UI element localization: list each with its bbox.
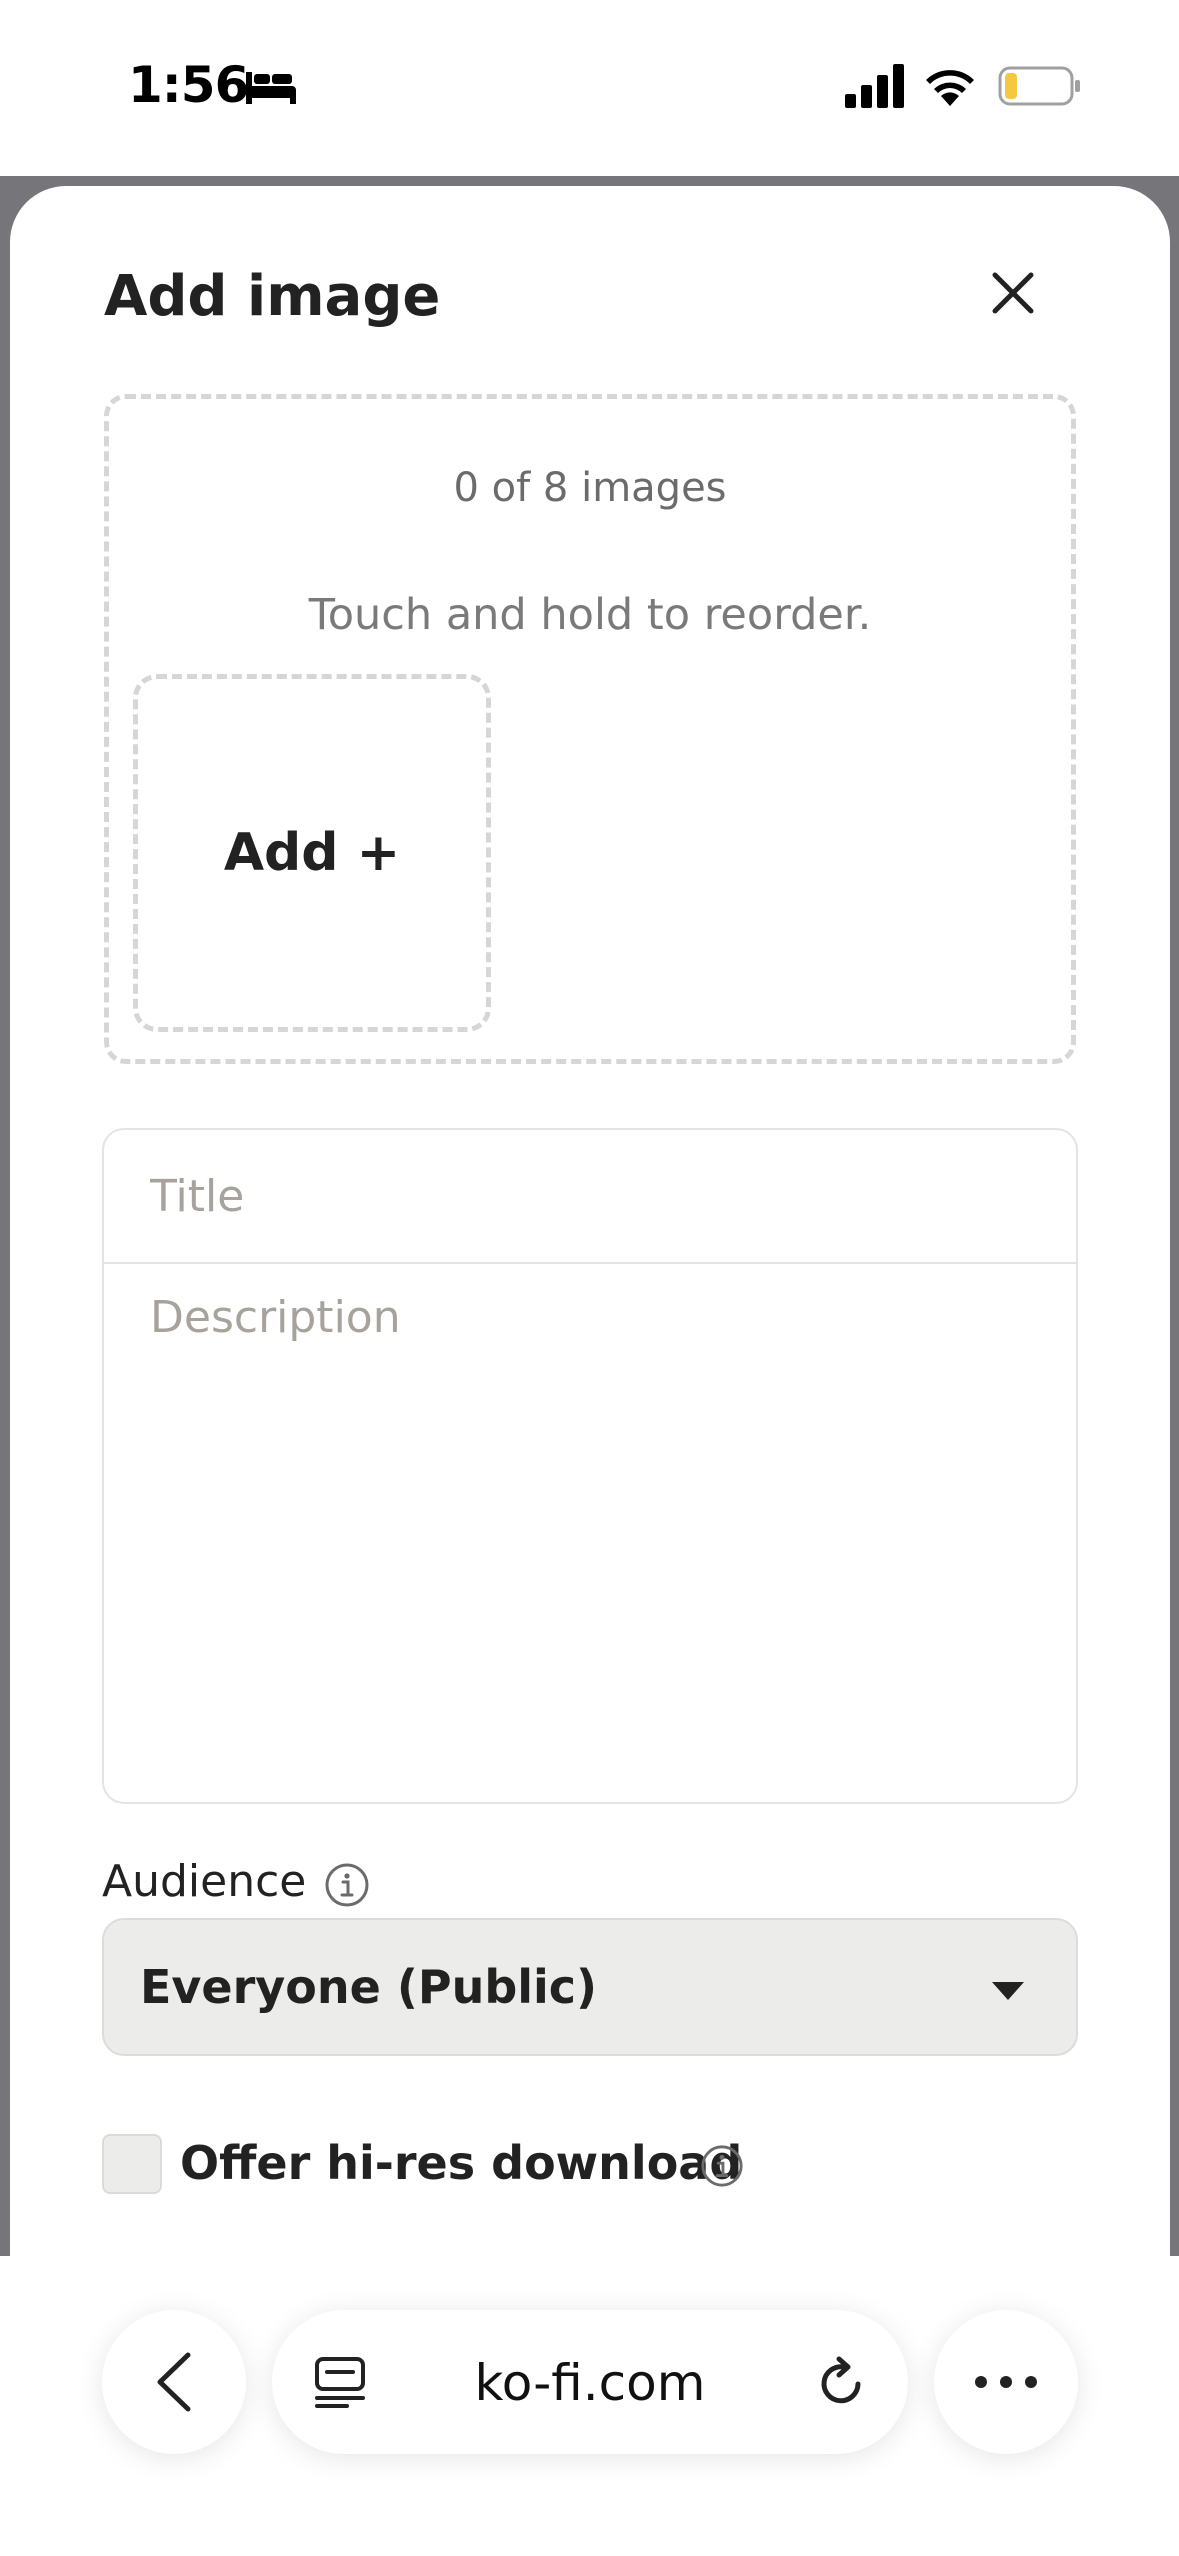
hires-download-checkbox[interactable] [102, 2134, 162, 2194]
add-image-button[interactable]: Add + [133, 674, 491, 1032]
add-image-sheet: Add image 0 of 8 images Touch and hold t… [10, 186, 1170, 2266]
reorder-hint: Touch and hold to reorder. [308, 590, 872, 640]
status-time: 1:56 [128, 56, 249, 114]
back-button[interactable] [102, 2310, 246, 2454]
browser-toolbar: ko-fi.com [0, 2262, 1179, 2556]
cellular-signal-icon [845, 64, 904, 108]
more-icon [975, 2376, 1037, 2388]
battery-low-icon [998, 66, 1080, 106]
wifi-icon [926, 70, 974, 106]
close-icon [992, 272, 1034, 314]
url-text[interactable]: ko-fi.com [272, 2354, 908, 2412]
audience-selected-value: Everyone (Public) [140, 1960, 598, 2014]
info-icon[interactable] [324, 1862, 370, 1908]
back-chevron-icon [157, 2352, 191, 2412]
audience-label: Audience [102, 1856, 307, 1907]
title-description-card [102, 1128, 1078, 1804]
info-icon[interactable] [700, 2144, 744, 2188]
bed-icon [246, 72, 296, 104]
close-button[interactable] [976, 256, 1050, 330]
image-count: 0 of 8 images [453, 465, 727, 511]
title-input[interactable] [104, 1130, 1076, 1264]
reload-icon[interactable] [814, 2354, 870, 2410]
caret-down-icon [992, 1982, 1024, 2000]
description-input[interactable] [104, 1264, 1076, 1802]
hires-download-label[interactable]: Offer hi-res download [180, 2136, 742, 2190]
image-dropzone[interactable]: 0 of 8 images Touch and hold to reorder.… [104, 394, 1076, 1064]
status-bar: 1:56 [0, 0, 1179, 176]
more-button[interactable] [934, 2310, 1078, 2454]
sheet-title: Add image [104, 264, 441, 329]
audience-select[interactable]: Everyone (Public) [102, 1918, 1078, 2056]
address-bar[interactable]: ko-fi.com [272, 2310, 908, 2454]
